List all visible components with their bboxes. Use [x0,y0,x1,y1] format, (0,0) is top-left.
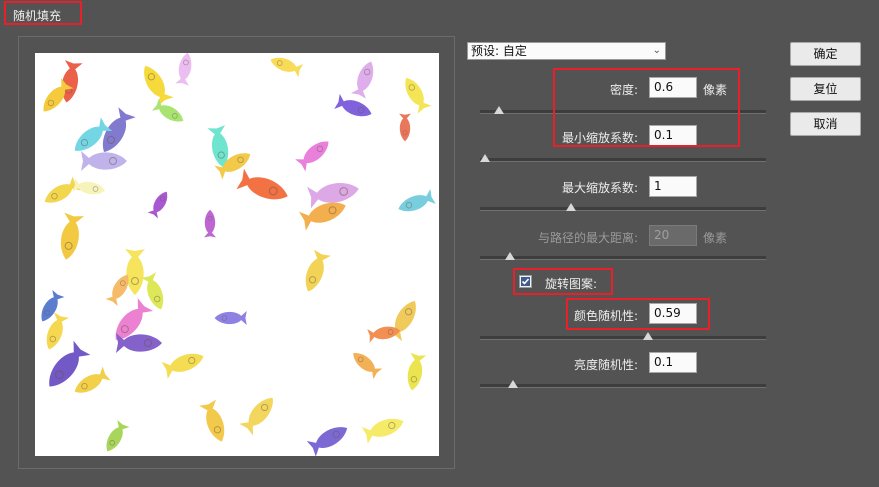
max-scale-slider-thumb[interactable] [565,203,576,211]
preset-dropdown[interactable]: 预设: 自定 ⌄ [467,42,666,60]
max-path-distance-label: 与路径的最大距离: [537,231,638,245]
brightness-randomness-slider[interactable] [480,380,766,388]
preset-value: 自定 [502,44,527,58]
density-highlight-box [553,68,740,147]
density-slider-thumb[interactable] [493,106,504,114]
max-path-distance-slider-thumb [504,252,515,260]
color-randomness-slider-thumb[interactable] [642,332,653,340]
max-scale-field[interactable]: 1 [649,176,697,197]
brightness-randomness-field[interactable]: 0.1 [649,352,697,373]
fish-pattern-image [35,53,437,456]
reset-button[interactable]: 复位 [790,77,861,101]
brightness-randomness-label: 亮度随机性: [573,358,638,372]
min-scale-slider-thumb[interactable] [480,154,490,162]
title-highlight-box [4,1,82,25]
cancel-button[interactable]: 取消 [790,112,861,136]
brightness-randomness-slider-thumb[interactable] [507,380,518,388]
chevron-down-icon: ⌄ [652,45,661,56]
max-path-distance-field: 20 [649,225,697,246]
color-randomness-slider[interactable] [480,332,766,340]
ok-button[interactable]: 确定 [790,42,861,66]
max-scale-slider[interactable] [480,203,766,211]
preset-label: 预设: [471,44,500,58]
max-path-distance-slider [480,252,766,260]
color-randomness-highlight-box [566,298,710,330]
max-path-distance-unit: 像素 [703,231,728,245]
rotate-pattern-highlight-box [513,268,613,295]
max-scale-label: 最大缩放系数: [561,181,638,195]
title-bar: 随机填充 [0,0,879,29]
pattern-preview [35,53,439,456]
min-scale-slider[interactable] [480,154,766,162]
